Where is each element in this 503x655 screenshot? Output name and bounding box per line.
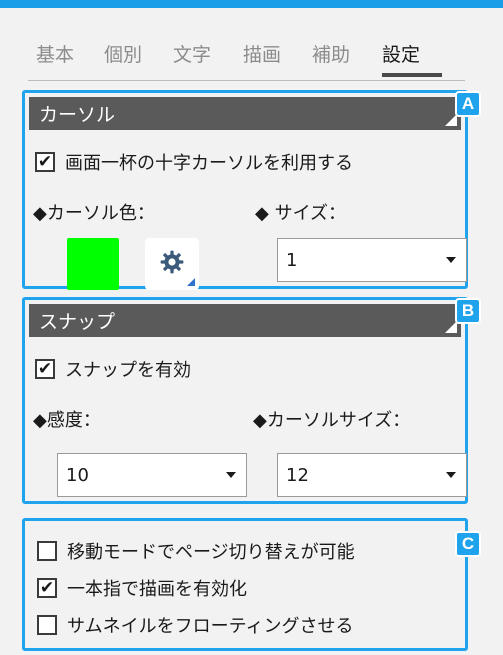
cursor-section-header[interactable]: カーソル (29, 97, 461, 130)
cursor-section: カーソル ✔ 画面一杯の十字カーソルを利用する ◆カーソル色： ◆ サイズ： 1… (22, 90, 481, 290)
one-finger-draw-checkbox[interactable]: ✔ (37, 578, 57, 598)
chevron-down-icon (226, 472, 236, 478)
snap-cursor-size-select[interactable]: 12 (277, 453, 467, 497)
snap-cursor-size-value: 12 (286, 464, 309, 486)
misc-option-floating-thumbnail[interactable]: ✔ サムネイルをフローティングさせる (37, 612, 354, 638)
snap-enable-option[interactable]: ✔ スナップを有効 (35, 356, 191, 382)
tab-individual[interactable]: 個別 (104, 40, 142, 67)
cursor-size-select[interactable]: 1 (277, 238, 467, 282)
active-tab-indicator (382, 73, 442, 77)
sensitivity-label: ◆感度： (33, 410, 101, 431)
top-accent-bar (0, 0, 503, 8)
crosshair-checkbox[interactable]: ✔ (35, 152, 55, 172)
sensitivity-select[interactable]: 10 (57, 453, 247, 497)
section-badge-c: C (455, 531, 481, 557)
misc-option-one-finger-draw[interactable]: ✔ 一本指で描画を有効化 (37, 575, 247, 601)
tab-divider (28, 80, 465, 81)
crosshair-label: 画面一杯の十字カーソルを利用する (65, 153, 353, 174)
tab-text[interactable]: 文字 (173, 40, 211, 67)
sensitivity-value: 10 (66, 464, 89, 486)
cursor-size-label: ◆ サイズ： (255, 203, 347, 224)
snap-enable-label: スナップを有効 (65, 360, 191, 381)
floating-thumbnail-checkbox[interactable]: ✔ (37, 615, 57, 635)
cursor-section-title: カーソル (39, 104, 116, 126)
tab-basic[interactable]: 基本 (36, 40, 74, 67)
snap-cursor-size-label: ◆カーソルサイズ： (253, 410, 411, 431)
snap-enable-checkbox[interactable]: ✔ (35, 359, 55, 379)
snap-section: スナップ ✔ スナップを有効 ◆感度： ◆カーソルサイズ： 10 12 B (22, 297, 481, 504)
cursor-size-value: 1 (286, 249, 298, 271)
misc-option-page-switch[interactable]: ✔ 移動モードでページ切り替えが可能 (37, 538, 355, 564)
snap-section-title: スナップ (39, 311, 116, 333)
snap-section-header[interactable]: スナップ (29, 304, 461, 337)
chevron-down-icon (446, 257, 456, 263)
one-finger-draw-label: 一本指で描画を有効化 (67, 579, 247, 600)
dropdown-corner-icon (187, 278, 195, 286)
crosshair-cursor-option[interactable]: ✔ 画面一杯の十字カーソルを利用する (35, 149, 353, 175)
tab-settings[interactable]: 設定 (382, 40, 420, 67)
page-switch-checkbox[interactable]: ✔ (37, 541, 57, 561)
misc-section: ✔ 移動モードでページ切り替えが可能 ✔ 一本指で描画を有効化 ✔ サムネイルを… (22, 518, 481, 651)
section-badge-a: A (455, 91, 481, 117)
tab-assist[interactable]: 補助 (312, 40, 350, 67)
gear-icon (159, 249, 185, 279)
cursor-color-swatch[interactable] (67, 238, 119, 290)
cursor-color-label: ◆カーソル色： (33, 203, 155, 224)
cursor-color-settings-button[interactable] (145, 238, 199, 290)
floating-thumbnail-label: サムネイルをフローティングさせる (67, 616, 354, 637)
chevron-down-icon (446, 472, 456, 478)
tab-draw[interactable]: 描画 (243, 40, 281, 67)
section-badge-b: B (455, 298, 481, 324)
page-switch-label: 移動モードでページ切り替えが可能 (67, 542, 355, 563)
